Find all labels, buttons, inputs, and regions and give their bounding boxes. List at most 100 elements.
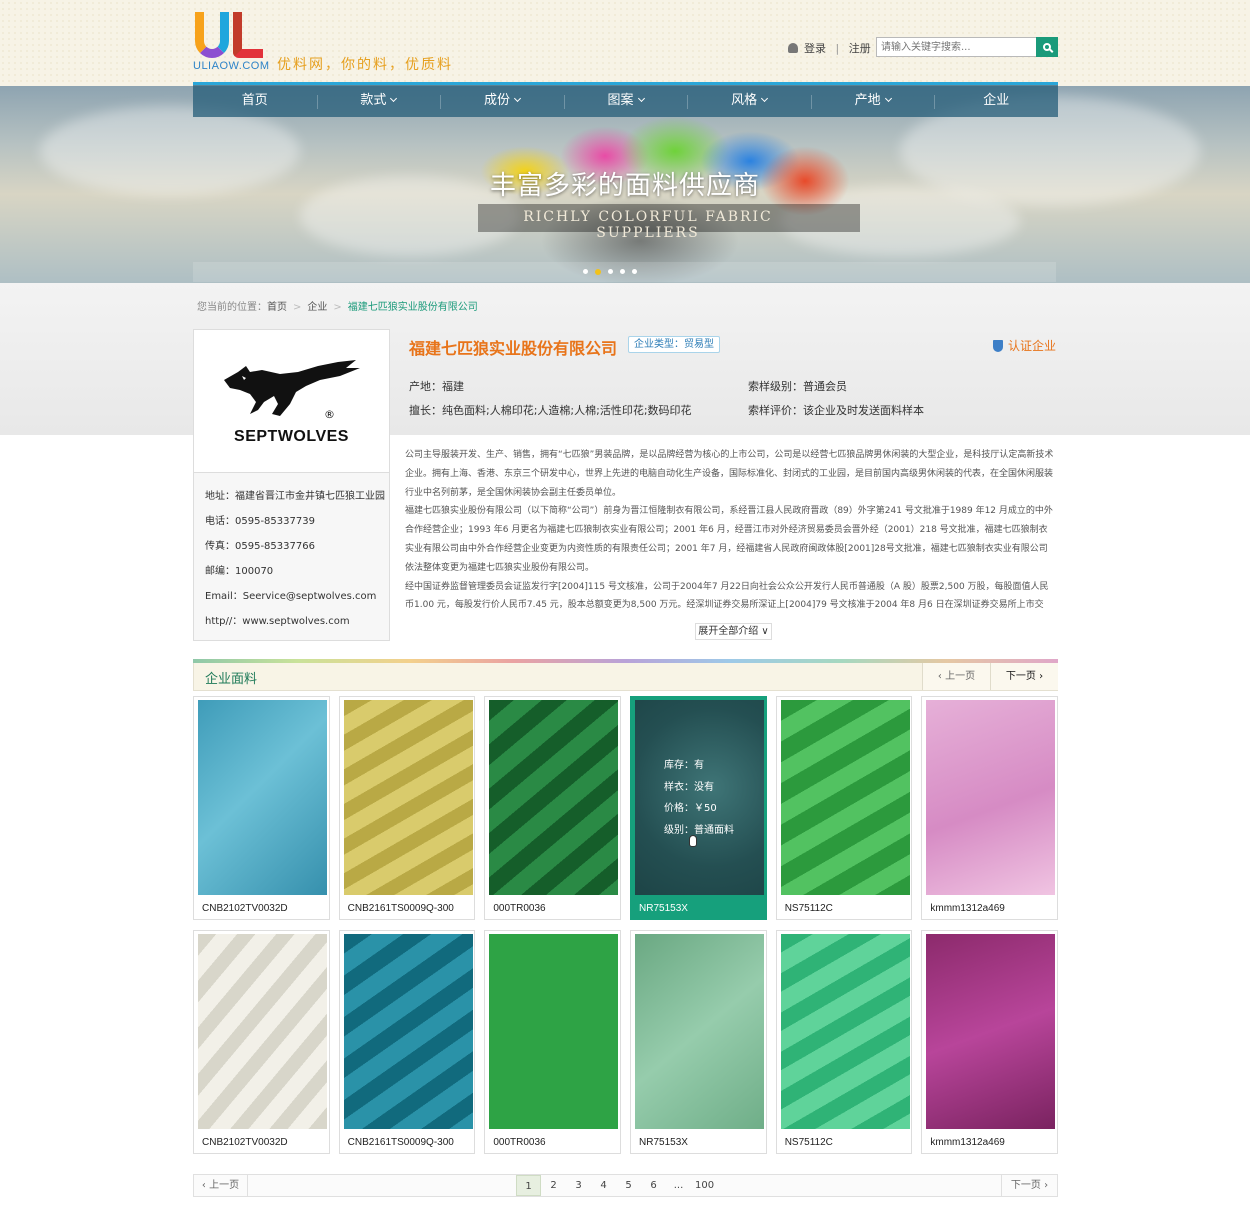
fabric-card[interactable]: CNB2161TS0009Q-300 — [338, 930, 476, 1154]
page-link[interactable]: 2 — [541, 1175, 566, 1196]
fabric-image[interactable] — [926, 700, 1056, 895]
description-paragraph: 公司主导服装开发、生产、销售，拥有“七匹狼”男装品牌，是以品牌经营为核心的上市公… — [405, 450, 1054, 498]
pagination-prev-button[interactable]: ‹ 上一页 — [194, 1175, 248, 1196]
level-info: 级别：普通面料 — [664, 824, 735, 836]
fabric-code: kmmm1312a469 — [930, 1137, 1005, 1148]
fabric-image[interactable] — [489, 934, 619, 1129]
search-input[interactable] — [877, 38, 1035, 56]
email[interactable]: Email：Seervice@septwolves.com — [205, 587, 389, 612]
fabric-image[interactable] — [635, 934, 765, 1129]
fabric-image[interactable] — [343, 934, 473, 1129]
search-button[interactable] — [1036, 37, 1058, 57]
fabric-card[interactable]: CNB2161TS0009Q-300 — [338, 696, 476, 920]
nav-item-home[interactable]: 首页 — [193, 85, 317, 117]
banner-title: 丰富多彩的面料供应商 — [489, 171, 760, 201]
wolf-logo-icon — [224, 360, 360, 416]
fabric-card[interactable]: CNB2102TV0032D — [193, 696, 330, 920]
banner-pagination-dots — [583, 269, 637, 275]
search-box — [876, 37, 1058, 57]
page-link[interactable]: 100 — [691, 1175, 718, 1196]
expand-description-button[interactable]: 展开全部介绍 ∨ — [695, 623, 772, 640]
site-logo[interactable]: ULIAOW.COM — [193, 12, 273, 74]
website[interactable]: http//：www.septwolves.com — [205, 612, 389, 637]
slide-dot[interactable] — [608, 269, 613, 274]
fabric-code: kmmm1312a469 — [930, 903, 1005, 914]
specialty: 擅长：纯色面料;人棉印花;人造棉;人棉;活性印花;数码印花 — [409, 404, 692, 417]
nav-item-composition[interactable]: 成份 — [440, 85, 564, 117]
nav-item-origin[interactable]: 产地 — [810, 85, 935, 117]
breadcrumb-enterprise[interactable]: 企业 — [307, 302, 327, 313]
page-link[interactable]: 6 — [641, 1175, 666, 1196]
fabric-image[interactable] — [198, 700, 327, 895]
fabrics-section-header: 企业面料 ‹ 上一页 下一页 › — [193, 663, 1058, 691]
page-link-current[interactable]: 1 — [516, 1175, 541, 1196]
stock-info: 库存：有 — [664, 760, 705, 771]
fabric-image[interactable] — [343, 700, 473, 895]
fabric-card[interactable]: 000TR0036 — [484, 696, 622, 920]
fabric-card-active[interactable]: 库存：有 样衣：没有 价格：￥50 级别：普通面料 NR75153X — [630, 696, 767, 920]
fabric-card[interactable]: NS75112C — [775, 930, 913, 1154]
fabric-image[interactable] — [780, 700, 910, 895]
nav-item-enterprise[interactable]: 企业 — [934, 85, 1058, 117]
fabric-card[interactable]: NR75153X — [630, 930, 767, 1154]
company-name: 福建七匹狼实业股份有限公司 — [409, 339, 618, 358]
page-link[interactable]: 5 — [616, 1175, 641, 1196]
phone: 电话：0595-85337739 — [205, 516, 315, 527]
fabrics-prev-button[interactable]: ‹ 上一页 — [922, 663, 990, 690]
fabric-card[interactable]: kmmm1312a469 — [921, 930, 1059, 1154]
pagination-next-button[interactable]: 下一页 › — [1001, 1175, 1057, 1196]
page-link[interactable]: 4 — [591, 1175, 616, 1196]
sample-rating: 索样评价：该企业及时发送面料样本 — [748, 404, 924, 417]
fabric-code: CNB2161TS0009Q-300 — [347, 903, 454, 914]
shield-icon — [993, 340, 1003, 352]
company-logo: ® SEPTWOLVES — [194, 330, 389, 473]
description-paragraph: 福建七匹狼实业股份有限公司（以下简称“公司”）前身为晋江恒隆制衣有限公司，系经晋… — [405, 506, 1053, 573]
pagination: ‹ 上一页 1 2 3 4 5 6 ... 100 下一页 › — [193, 1174, 1058, 1197]
fabrics-section-title: 企业面料 — [205, 672, 258, 687]
fabric-image[interactable] — [780, 934, 910, 1129]
contact-info: 地址：福建省晋江市金井镇七匹狼工业园 电话：0595-85337739 传真：0… — [194, 473, 389, 637]
fabric-code: NR75153X — [639, 1137, 688, 1148]
fabric-card[interactable]: kmmm1312a469 — [921, 696, 1059, 920]
login-link[interactable]: 登录 — [804, 42, 826, 55]
chevron-down-icon — [884, 94, 892, 103]
fabric-hover-info: 库存：有 样衣：没有 价格：￥50 级别：普通面料 — [664, 755, 734, 841]
breadcrumb-separator: > — [333, 302, 342, 313]
chevron-down-icon — [761, 94, 769, 103]
fabrics-next-button[interactable]: 下一页 › — [990, 663, 1058, 690]
nav-item-pattern[interactable]: 图案 — [563, 85, 688, 117]
price-info: 价格：￥50 — [664, 803, 717, 814]
company-type-badge: 企业类型：贸易型 — [628, 336, 720, 353]
slide-dot-active[interactable] — [595, 269, 601, 275]
sample-info: 样衣：没有 — [664, 781, 715, 793]
divider: | — [835, 42, 840, 55]
fabric-card[interactable]: 000TR0036 — [484, 930, 622, 1154]
hand-cursor-icon — [689, 835, 698, 847]
verified-badge: 认证企业 — [993, 337, 1056, 354]
slide-dot[interactable] — [583, 269, 588, 274]
nav-item-style[interactable]: 款式 — [316, 85, 441, 117]
fabric-code: CNB2102TV0032D — [202, 903, 288, 914]
fabric-image[interactable] — [926, 934, 1056, 1129]
fabric-code: 000TR0036 — [493, 903, 546, 914]
site-slogan: 优料网，你的料，优质料 — [277, 57, 453, 73]
slide-dot[interactable] — [620, 269, 625, 274]
page-link[interactable]: 3 — [566, 1175, 591, 1196]
register-link[interactable]: 注册 — [849, 42, 871, 55]
chevron-down-icon — [390, 94, 398, 103]
header-background — [0, 0, 1250, 86]
verified-label: 认证企业 — [1008, 339, 1057, 353]
main-nav: 首页 款式 成份 图案 风格 产地 企业 — [193, 82, 1058, 117]
fabric-image[interactable] — [489, 700, 619, 895]
slide-dot[interactable] — [632, 269, 637, 274]
nav-item-style-type[interactable]: 风格 — [687, 85, 811, 117]
fabric-card[interactable]: CNB2102TV0032D — [193, 930, 330, 1154]
fabric-code: NS75112C — [784, 903, 833, 914]
fabric-code: CNB2102TV0032D — [202, 1137, 288, 1148]
breadcrumb-home[interactable]: 首页 — [267, 302, 287, 313]
description-paragraph: 经中国证券监督管理委员会证监发行字[2004]115 号文核准，公司于2004年… — [405, 581, 1049, 611]
breadcrumb-current: 福建七匹狼实业股份有限公司 — [347, 302, 478, 313]
fabric-image[interactable] — [198, 934, 327, 1129]
fabric-card[interactable]: NS75112C — [775, 696, 913, 920]
postcode: 邮编：100070 — [205, 566, 274, 577]
